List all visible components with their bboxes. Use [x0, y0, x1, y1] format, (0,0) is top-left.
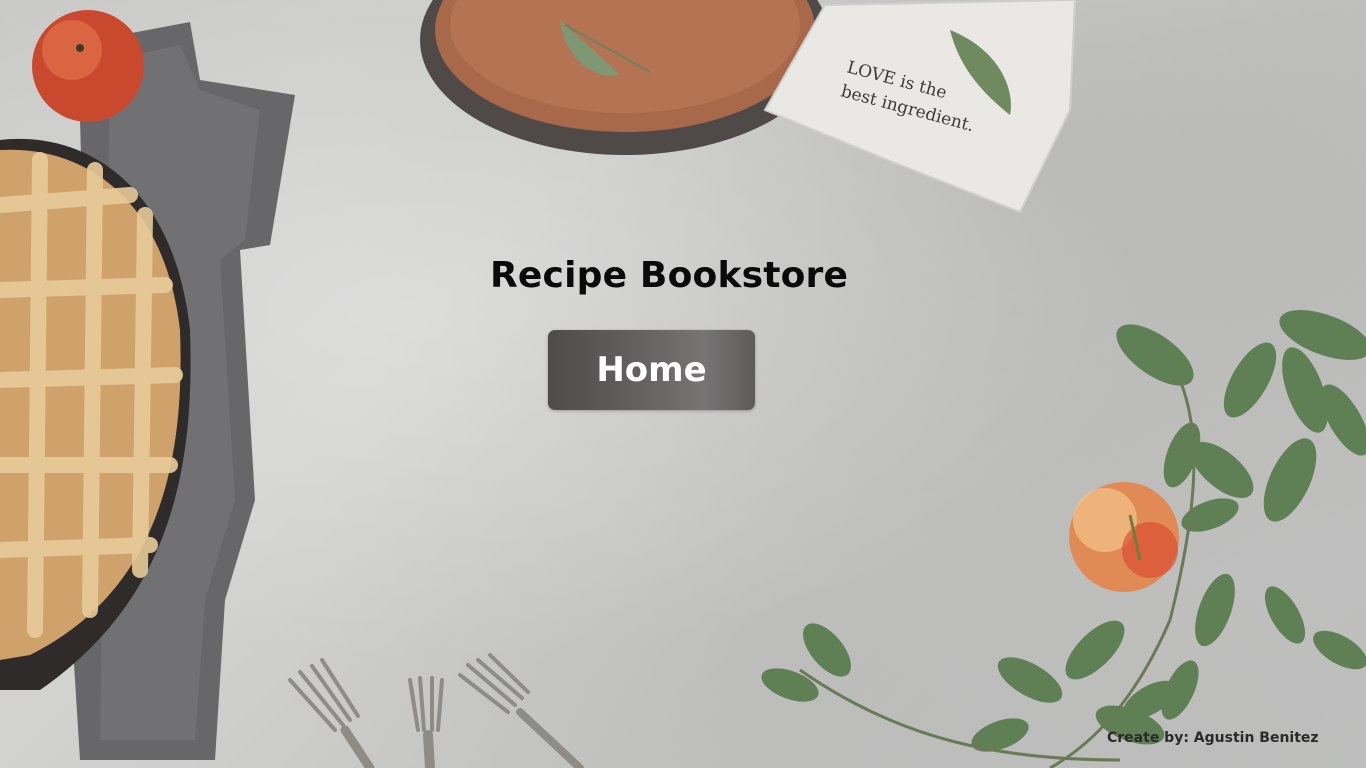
landing-page: LOVE is the best ingredient. Recipe Book…: [0, 0, 1366, 768]
napkin-image: LOVE is the best ingredient.: [763, 0, 1077, 214]
apple-image-right: [1069, 482, 1179, 592]
eucalyptus-image: [761, 310, 1366, 768]
home-button[interactable]: Home: [548, 330, 755, 410]
page-title: Recipe Bookstore: [490, 255, 849, 296]
footer-credit: Create by: Agustin Benitez: [1107, 730, 1319, 746]
plate-image: [420, 0, 830, 155]
apple-image-top: [32, 10, 144, 122]
forks-image: [288, 653, 584, 768]
